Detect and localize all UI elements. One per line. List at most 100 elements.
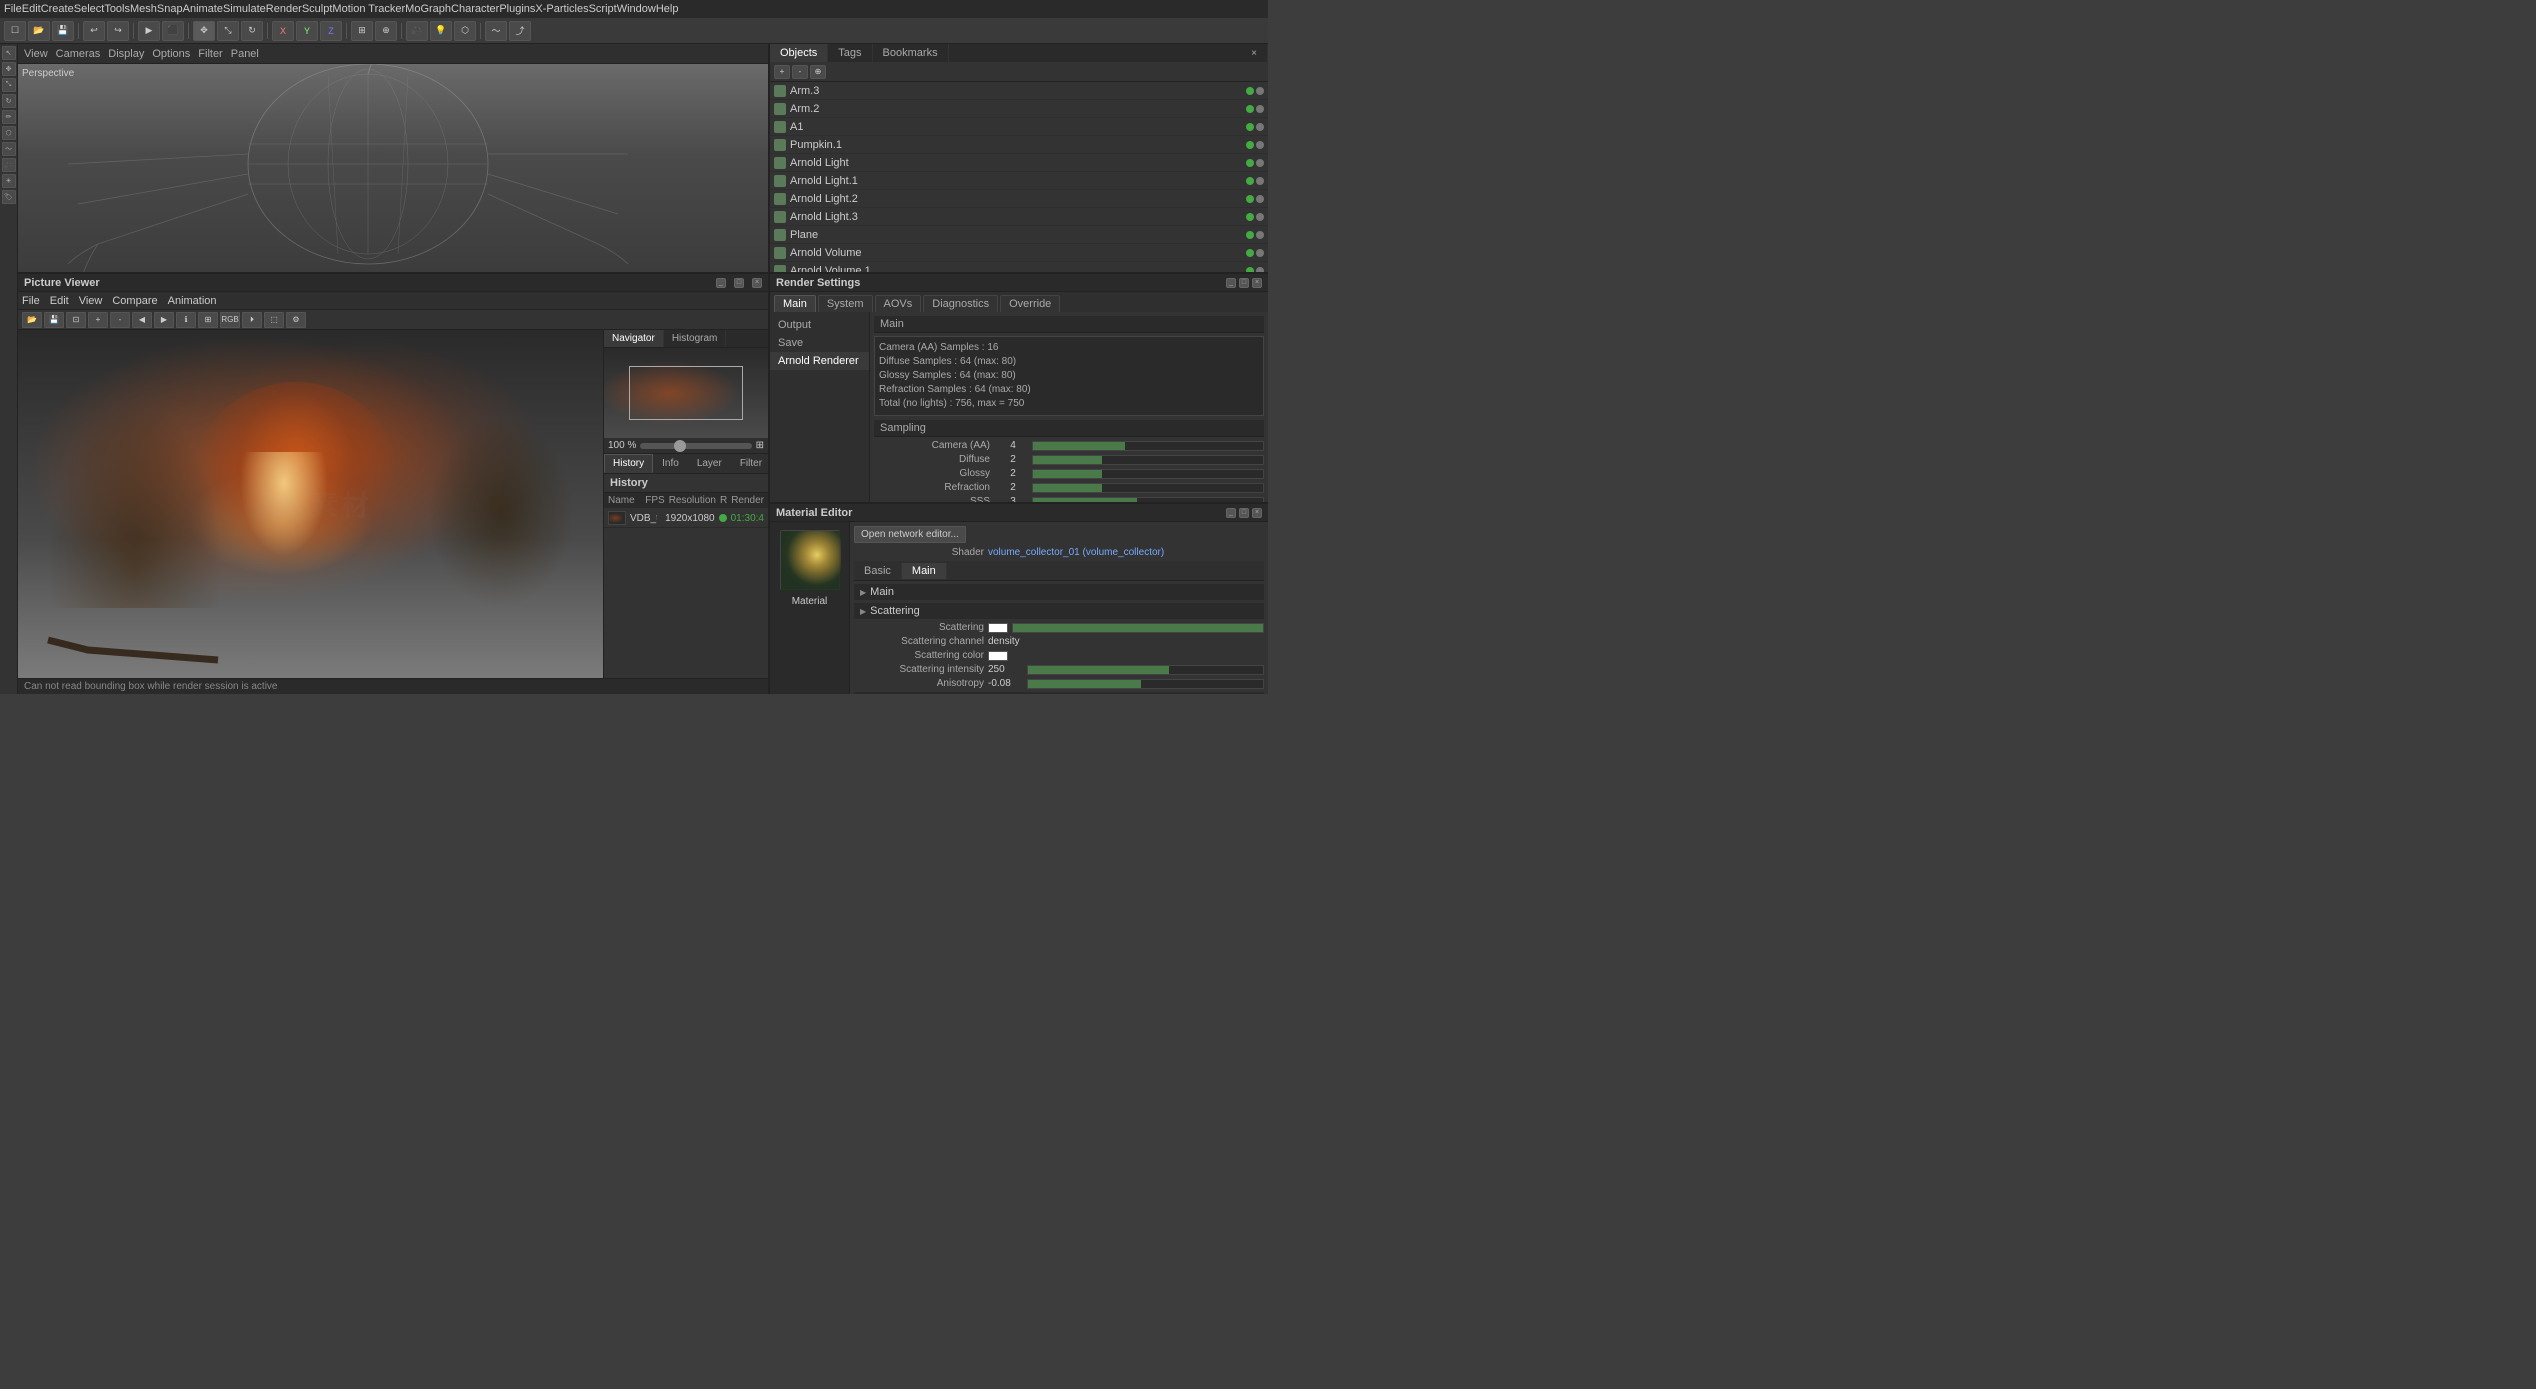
menu-item-script[interactable]: Script: [589, 3, 617, 15]
pv-menu-animation[interactable]: Animation: [168, 295, 217, 307]
pv-menu-file[interactable]: File: [22, 295, 40, 307]
menu-item-mesh[interactable]: Mesh: [130, 3, 157, 15]
left-btn-spline2[interactable]: 〜: [2, 142, 16, 156]
pv-minimize-btn[interactable]: _: [716, 278, 726, 288]
vp-menu-view[interactable]: View: [24, 48, 48, 60]
pv-btn-compare[interactable]: ⊞: [198, 312, 218, 328]
history-tab-info[interactable]: Info: [653, 454, 688, 473]
rs-tab-override[interactable]: Override: [1000, 295, 1060, 312]
render-canvas[interactable]: 人人素材: [18, 330, 603, 678]
pv-menu-view[interactable]: View: [79, 295, 103, 307]
rs-bar-container-1[interactable]: [1032, 455, 1264, 465]
rs-tab-system[interactable]: System: [818, 295, 873, 312]
om-dot-lock-5[interactable]: [1256, 177, 1264, 185]
menu-item-motion tracker[interactable]: Motion Tracker: [332, 3, 405, 15]
vp-menu-cameras[interactable]: Cameras: [56, 48, 101, 60]
history-tab-history[interactable]: History: [604, 454, 653, 473]
om-dot-vis-6[interactable]: [1246, 195, 1254, 203]
om-btn-new[interactable]: +: [774, 65, 790, 79]
rs-bar-container-3[interactable]: [1032, 483, 1264, 493]
nav-tab-histogram[interactable]: Histogram: [664, 330, 727, 347]
pv-close-btn[interactable]: ×: [752, 278, 762, 288]
om-dot-vis-1[interactable]: [1246, 105, 1254, 113]
me-section-scattering[interactable]: ▶ Scattering: [854, 603, 1264, 619]
rs-tab-aovs[interactable]: AOVs: [875, 295, 922, 312]
om-dot-vis-0[interactable]: [1246, 87, 1254, 95]
pv-btn-region[interactable]: ⬚: [264, 312, 284, 328]
menu-item-character[interactable]: Character: [451, 3, 499, 15]
me-close-btn[interactable]: ×: [1252, 508, 1262, 518]
toolbar-btn-save[interactable]: 💾: [52, 21, 74, 41]
om-dot-lock-1[interactable]: [1256, 105, 1264, 113]
om-btn-close[interactable]: ×: [1241, 44, 1268, 62]
history-tab-layer[interactable]: Layer: [688, 454, 731, 473]
me-scatter-slider-0[interactable]: [1012, 623, 1264, 633]
om-dot-vis-8[interactable]: [1246, 231, 1254, 239]
om-dot-vis-4[interactable]: [1246, 159, 1254, 167]
toolbar-btn-x[interactable]: X: [272, 21, 294, 41]
rs-bar-container-2[interactable]: [1032, 469, 1264, 479]
rs-left-arnold[interactable]: Arnold Renderer: [770, 352, 869, 370]
pv-btn-channels[interactable]: RGB: [220, 312, 240, 328]
om-row-5[interactable]: Arnold Light.1: [770, 172, 1268, 190]
rs-tab-main[interactable]: Main: [774, 295, 816, 312]
pv-menu-edit[interactable]: Edit: [50, 295, 69, 307]
me-open-network-btn[interactable]: Open network editor...: [854, 526, 1264, 543]
om-dot-lock-4[interactable]: [1256, 159, 1264, 167]
om-row-3[interactable]: Pumpkin.1: [770, 136, 1268, 154]
vp-menu-display[interactable]: Display: [108, 48, 144, 60]
pv-btn-prev[interactable]: ◀: [132, 312, 152, 328]
pv-menu-compare[interactable]: Compare: [112, 295, 157, 307]
om-tab-objects[interactable]: Objects: [770, 44, 828, 62]
om-btn-delete[interactable]: -: [792, 65, 808, 79]
vp-menu-options[interactable]: Options: [152, 48, 190, 60]
rs-section-sampling[interactable]: Sampling: [874, 420, 1264, 437]
left-btn-camera[interactable]: 🎥: [2, 158, 16, 172]
me-scatter-color-0[interactable]: [988, 623, 1008, 633]
om-row-2[interactable]: A1: [770, 118, 1268, 136]
me-scatter-slider-4[interactable]: [1027, 679, 1264, 689]
om-dot-lock-10[interactable]: [1256, 267, 1264, 273]
menu-item-render[interactable]: Render: [266, 3, 302, 15]
om-dot-lock-9[interactable]: [1256, 249, 1264, 257]
pv-btn-next[interactable]: ▶: [154, 312, 174, 328]
viewport-3d[interactable]: View Cameras Display Options Filter Pane…: [18, 44, 768, 274]
om-row-7[interactable]: Arnold Light.3: [770, 208, 1268, 226]
history-tab-filter[interactable]: Filter: [731, 454, 768, 473]
om-dot-vis-9[interactable]: [1246, 249, 1254, 257]
menu-item-window[interactable]: Window: [617, 3, 656, 15]
om-dot-vis-5[interactable]: [1246, 177, 1254, 185]
me-minimize-btn[interactable]: _: [1226, 508, 1236, 518]
left-btn-scale[interactable]: ⤡: [2, 78, 16, 92]
me-section-attenuation[interactable]: ▶ Attenuation: [854, 692, 1264, 694]
toolbar-btn-grid[interactable]: ⊞: [351, 21, 373, 41]
toolbar-btn-extrude[interactable]: ⤴: [509, 21, 531, 41]
toolbar-btn-light[interactable]: 💡: [430, 21, 452, 41]
menu-item-sculpt[interactable]: Sculpt: [302, 3, 333, 15]
om-btn-group[interactable]: ⊕: [810, 65, 826, 79]
om-row-8[interactable]: Plane: [770, 226, 1268, 244]
om-row-1[interactable]: Arm.2: [770, 100, 1268, 118]
om-dot-lock-3[interactable]: [1256, 141, 1264, 149]
me-scatter-slider-3[interactable]: [1027, 665, 1264, 675]
rs-tab-diagnostics[interactable]: Diagnostics: [923, 295, 998, 312]
history-row-0[interactable]: VDB_test_v03 * 1920x1080 01:30:4: [604, 509, 768, 528]
toolbar-btn-new[interactable]: ☐: [4, 21, 26, 41]
rs-close-btn[interactable]: ×: [1252, 278, 1262, 288]
rs-left-output[interactable]: Output: [770, 316, 869, 334]
toolbar-btn-redo[interactable]: ↪: [107, 21, 129, 41]
toolbar-btn-rotate[interactable]: ↻: [241, 21, 263, 41]
om-tab-tags[interactable]: Tags: [828, 44, 872, 62]
toolbar-btn-cam[interactable]: 🎥: [406, 21, 428, 41]
pv-maximize-btn[interactable]: □: [734, 278, 744, 288]
om-dot-vis-3[interactable]: [1246, 141, 1254, 149]
menu-item-animate[interactable]: Animate: [183, 3, 223, 15]
pv-btn-zoom-in[interactable]: +: [88, 312, 108, 328]
pv-btn-open[interactable]: 📂: [22, 312, 42, 328]
menu-item-snap[interactable]: Snap: [157, 3, 183, 15]
om-row-0[interactable]: Arm.3: [770, 82, 1268, 100]
vp-menu-filter[interactable]: Filter: [198, 48, 222, 60]
om-row-9[interactable]: Arnold Volume: [770, 244, 1268, 262]
menu-item-edit[interactable]: Edit: [22, 3, 41, 15]
om-dot-vis-2[interactable]: [1246, 123, 1254, 131]
